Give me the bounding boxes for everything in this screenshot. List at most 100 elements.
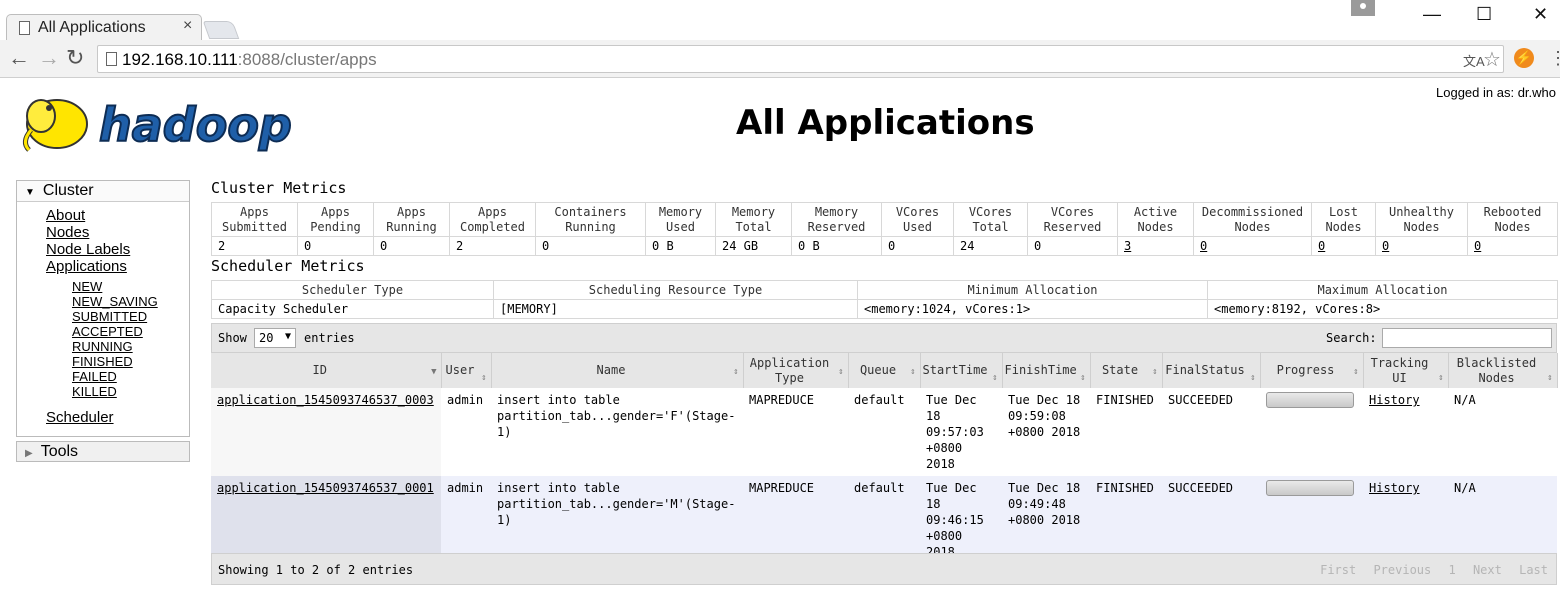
nav-applications[interactable]: Applications: [46, 258, 127, 275]
address-bar[interactable]: 192.168.10.111:8088/cluster/apps 文A ☆: [97, 45, 1504, 73]
reload-icon[interactable]: ↻: [66, 46, 84, 70]
col-header-final-status[interactable]: FinalStatus ⇕: [1162, 353, 1261, 388]
metric-header: Memory Used: [645, 202, 716, 237]
metric-header: Rebooted Nodes: [1467, 202, 1558, 237]
nav-state-new-saving[interactable]: NEW_SAVING: [72, 294, 158, 309]
show-label: Show: [218, 331, 247, 345]
col-header-blacklisted[interactable]: Blacklisted Nodes ⇕: [1448, 353, 1558, 388]
tab-close-icon[interactable]: ×: [183, 17, 192, 35]
table-row: application_1545093746537_0003 admin ins…: [211, 388, 1557, 476]
close-window-button[interactable]: ✕: [1533, 4, 1548, 25]
apps-table-toolbar: Show 20 ▼ entries Search:: [211, 323, 1557, 353]
col-header-finish[interactable]: FinishTime ⇕: [1002, 353, 1091, 388]
app-id-link[interactable]: application_1545093746537_0003: [217, 393, 434, 407]
app-id-link[interactable]: application_1545093746537_0001: [217, 481, 434, 495]
pagination: First Previous 1 Next Last: [1310, 563, 1548, 577]
translate-icon[interactable]: 文A: [1463, 51, 1485, 70]
pager-previous[interactable]: Previous: [1373, 563, 1431, 577]
tab-title: All Applications: [38, 19, 146, 36]
col-header-queue[interactable]: Queue ⇕: [848, 353, 921, 388]
cell-start: Tue Dec 18 09:46:15 +0800 2018: [926, 481, 984, 559]
metric-value: 0: [1027, 236, 1118, 256]
profile-icon[interactable]: [1351, 0, 1375, 16]
history-link[interactable]: History: [1369, 481, 1420, 495]
cell-finish: Tue Dec 18 09:49:48 +0800 2018: [1008, 481, 1081, 527]
nav-state-new[interactable]: NEW: [72, 279, 102, 294]
cluster-metrics-table: Apps Submitted Apps Pending Apps Running Apps C…: [211, 202, 1558, 256]
back-icon[interactable]: ←: [8, 46, 30, 70]
metric-value-link[interactable]: 3: [1117, 236, 1194, 256]
cell-name: insert into table partition_tab...gender…: [497, 481, 736, 527]
cell-type: MAPREDUCE: [749, 481, 815, 495]
tools-nav-header[interactable]: ▶ Tools: [16, 441, 190, 462]
pager-next[interactable]: Next: [1473, 563, 1502, 577]
search-input[interactable]: [1382, 328, 1552, 348]
extension-icon[interactable]: ⚡: [1514, 48, 1534, 68]
pager-first[interactable]: First: [1320, 563, 1356, 577]
metric-value-link[interactable]: 0: [1193, 236, 1312, 256]
pager-last[interactable]: Last: [1519, 563, 1548, 577]
cell-user: admin: [447, 393, 484, 407]
col-header-name[interactable]: Name ⇕: [491, 353, 744, 388]
browser-menu-icon[interactable]: ⋮: [1549, 48, 1560, 69]
sched-col-header: Maximum Allocation: [1207, 280, 1558, 300]
metric-value: 0 B: [645, 236, 716, 256]
nav-state-accepted[interactable]: ACCEPTED: [72, 324, 143, 339]
sched-value: <memory:8192, vCores:8>: [1207, 299, 1558, 319]
browser-tab[interactable]: All Applications ×: [6, 14, 202, 41]
metric-value-link[interactable]: 0: [1467, 236, 1558, 256]
nav-scheduler[interactable]: Scheduler: [46, 409, 114, 426]
metric-header: Apps Completed: [449, 202, 536, 237]
nav-state-finished[interactable]: FINISHED: [72, 354, 133, 369]
nav-state-killed[interactable]: KILLED: [72, 384, 117, 399]
cell-final-status: SUCCEEDED: [1168, 393, 1234, 407]
dropdown-arrow-icon: ▼: [284, 331, 291, 342]
sort-icon: ⇕: [481, 373, 487, 383]
metric-value-link[interactable]: 0: [1375, 236, 1468, 256]
metric-header: Apps Running: [373, 202, 450, 237]
cell-type: MAPREDUCE: [749, 393, 815, 407]
nav-state-submitted[interactable]: SUBMITTED: [72, 309, 147, 324]
applications-table: ID ▼ User ⇕ Name ⇕ Application Type ⇕ Queue ⇕…: [211, 353, 1558, 564]
col-header-start[interactable]: StartTime ⇕: [920, 353, 1003, 388]
bookmark-star-icon[interactable]: ☆: [1483, 47, 1501, 72]
sort-desc-icon: ▼: [431, 367, 437, 377]
cell-queue: default: [854, 393, 905, 407]
nav-node-labels[interactable]: Node Labels: [46, 241, 130, 258]
nav-about[interactable]: About: [46, 207, 85, 224]
sort-icon: ⇕: [1080, 373, 1086, 383]
metric-value: 24: [953, 236, 1028, 256]
cell-blacklisted: N/A: [1454, 393, 1476, 407]
col-header-type[interactable]: Application Type ⇕: [743, 353, 849, 388]
pager-page-1[interactable]: 1: [1448, 563, 1455, 577]
col-header-user[interactable]: User ⇕: [441, 353, 492, 388]
page-title: All Applications: [736, 103, 1035, 143]
sort-icon: ⇕: [838, 367, 844, 377]
table-row: application_1545093746537_0001 admin ins…: [211, 476, 1557, 564]
minimize-button[interactable]: —: [1423, 4, 1441, 25]
col-header-progress[interactable]: Progress ⇕: [1260, 353, 1364, 388]
metric-header: Decommissioned Nodes: [1193, 202, 1312, 237]
metric-header: VCores Reserved: [1027, 202, 1118, 237]
nav-nodes[interactable]: Nodes: [46, 224, 89, 241]
forward-icon[interactable]: →: [38, 46, 60, 70]
sort-icon: ⇕: [1438, 373, 1444, 383]
metric-header: Lost Nodes: [1311, 202, 1376, 237]
nav-state-failed[interactable]: FAILED: [72, 369, 117, 384]
col-header-tracking[interactable]: Tracking UI ⇕: [1363, 353, 1449, 388]
cluster-nav-header[interactable]: ▼ Cluster: [17, 181, 189, 202]
new-tab-button[interactable]: [202, 21, 240, 39]
metric-header: Unhealthy Nodes: [1375, 202, 1468, 237]
sort-icon: ⇕: [992, 373, 998, 383]
nav-state-running[interactable]: RUNNING: [72, 339, 133, 354]
page-size-select[interactable]: 20 ▼: [254, 328, 296, 348]
col-header-state[interactable]: State ⇕: [1090, 353, 1163, 388]
metric-value-link[interactable]: 0: [1311, 236, 1376, 256]
page-info-icon[interactable]: [106, 52, 117, 66]
history-link[interactable]: History: [1369, 393, 1420, 407]
apps-table-footer: Showing 1 to 2 of 2 entries First Previo…: [211, 553, 1557, 585]
maximize-button[interactable]: ☐: [1476, 4, 1492, 25]
col-header-id[interactable]: ID ▼: [211, 353, 442, 388]
progress-bar: [1266, 392, 1354, 408]
cell-queue: default: [854, 481, 905, 495]
